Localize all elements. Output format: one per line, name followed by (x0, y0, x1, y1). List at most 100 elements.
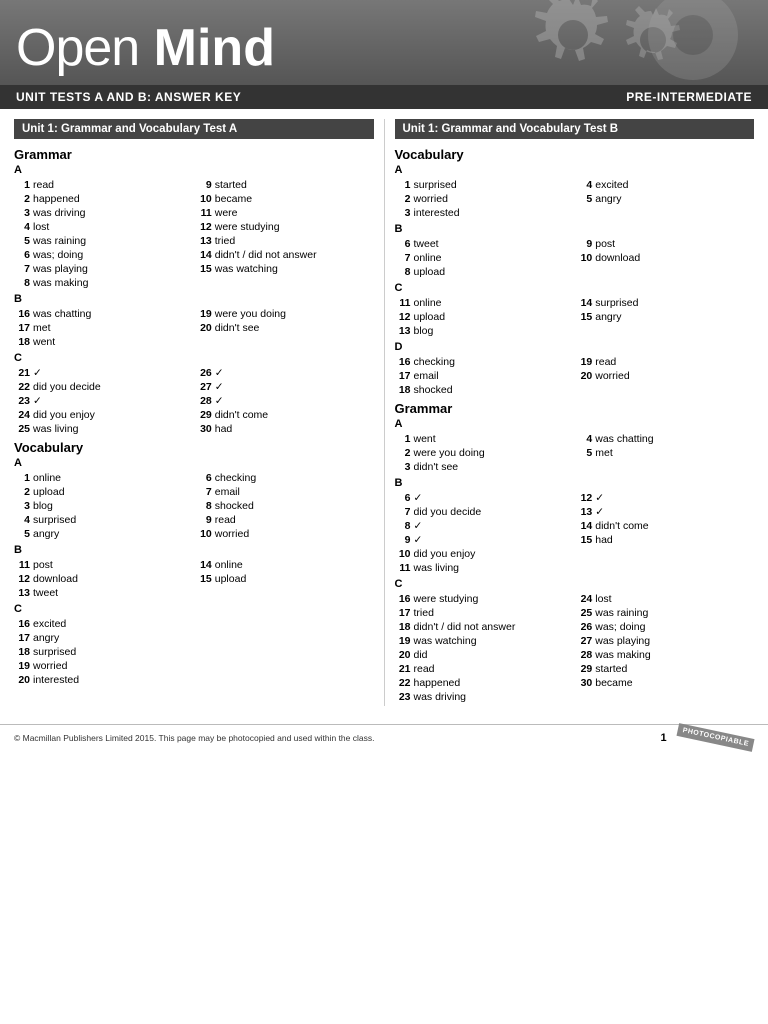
answer-val: read (215, 514, 236, 526)
answer-num: 24 (14, 409, 30, 421)
answer-num: 13 (196, 235, 212, 247)
answer-item (196, 631, 374, 645)
answer-num: 1 (395, 179, 411, 191)
answer-val: worried (215, 528, 249, 540)
answer-item: 24did you enjoy (14, 408, 192, 422)
answer-item (576, 324, 754, 338)
vocab-c-grid: 16excited17angry18surprised19worried20in… (14, 617, 374, 687)
answer-val: shocked (414, 384, 453, 396)
answer-val: was making (33, 277, 88, 289)
answer-num: 30 (196, 423, 212, 435)
answer-item: 6tweet (395, 237, 573, 251)
answer-item: 12download (14, 572, 192, 586)
answer-num: 15 (196, 263, 212, 275)
answer-val: was chatting (33, 308, 91, 320)
answer-item: 11was living (395, 561, 573, 575)
answer-num: 16 (14, 618, 30, 630)
answer-val: was raining (595, 607, 648, 619)
answer-num: 22 (14, 381, 30, 393)
answer-item: 15was watching (196, 262, 374, 276)
answer-item: 19were you doing (196, 307, 374, 321)
answer-item: 5angry (14, 527, 192, 541)
answer-val: ✓ (595, 506, 604, 518)
answer-num: 1 (14, 472, 30, 484)
answer-item: 16checking (395, 355, 573, 369)
answer-item: 2upload (14, 485, 192, 499)
answer-item: 1online (14, 471, 192, 485)
answer-val: ✓ (215, 381, 224, 393)
answer-val: did you decide (414, 506, 482, 518)
answer-val: went (414, 433, 436, 445)
answer-val: worried (595, 370, 629, 382)
answer-item: 13tried (196, 234, 374, 248)
answer-item: 30had (196, 422, 374, 436)
page-number: 1 (660, 732, 666, 744)
answer-num: 27 (576, 635, 592, 647)
answer-val: was making (595, 649, 650, 661)
answer-val: were you doing (414, 447, 485, 459)
answer-item: 27✓ (196, 380, 374, 394)
answer-val: surprised (595, 297, 638, 309)
answer-val: were you doing (215, 308, 286, 320)
answer-num: 17 (395, 607, 411, 619)
answer-val: ✓ (215, 367, 224, 379)
answer-val: met (595, 447, 613, 459)
logo-open: Open (16, 22, 139, 74)
answer-val: was watching (414, 635, 477, 647)
answer-item: 9read (196, 513, 374, 527)
answer-item: 5met (576, 446, 754, 460)
answer-val: was driving (33, 207, 86, 219)
answer-item: 23✓ (14, 394, 192, 408)
answer-val: didn't come (595, 520, 648, 532)
answer-item: 2worried (395, 192, 573, 206)
answer-item: 8shocked (196, 499, 374, 513)
answer-item: 14surprised (576, 296, 754, 310)
answer-item: 30became (576, 676, 754, 690)
answer-num: 7 (395, 506, 411, 518)
answer-item: 25was living (14, 422, 192, 436)
answer-val: was; doing (595, 621, 645, 633)
answer-num: 7 (395, 252, 411, 264)
answer-item: 1went (395, 432, 573, 446)
answer-val: did you enjoy (414, 548, 476, 560)
right-unit-title: Unit 1: Grammar and Vocabulary Test B (395, 119, 755, 139)
answer-val: checking (215, 472, 256, 484)
answer-num: 19 (576, 356, 592, 368)
answer-val: post (33, 559, 53, 571)
answer-item: 11post (14, 558, 192, 572)
answer-num: 21 (14, 367, 30, 379)
answer-num: 29 (196, 409, 212, 421)
answer-num: 3 (14, 207, 30, 219)
answer-val: read (33, 179, 54, 191)
answer-num: 2 (395, 193, 411, 205)
answer-val: did (414, 649, 428, 661)
answer-val: worried (33, 660, 67, 672)
answer-item: 20did (395, 648, 573, 662)
right-vocab-a-label: A (395, 164, 755, 176)
answer-item: 15upload (196, 572, 374, 586)
answer-item: 19read (576, 355, 754, 369)
answer-num: 13 (576, 506, 592, 518)
answer-item: 16was chatting (14, 307, 192, 321)
answer-item: 17tried (395, 606, 573, 620)
answer-val: interested (414, 207, 460, 219)
answer-num: 12 (576, 492, 592, 504)
answer-num: 15 (576, 311, 592, 323)
main-content: Unit 1: Grammar and Vocabulary Test A Gr… (0, 109, 768, 716)
answer-num: 10 (395, 548, 411, 560)
right-vocabulary-subsection: Vocabulary A 1surprised4excited2worried5… (395, 147, 755, 397)
answer-item: 17met (14, 321, 192, 335)
answer-val: were (215, 207, 238, 219)
answer-num: 8 (14, 277, 30, 289)
header: Open Mind (0, 0, 768, 85)
left-unit-title: Unit 1: Grammar and Vocabulary Test A (14, 119, 374, 139)
answer-val: read (414, 663, 435, 675)
answer-num: 17 (14, 322, 30, 334)
answer-val: surprised (33, 514, 76, 526)
answer-num: 10 (196, 193, 212, 205)
answer-item: 5was raining (14, 234, 192, 248)
answer-num: 19 (196, 308, 212, 320)
answer-val: were studying (414, 593, 479, 605)
answer-num: 21 (395, 663, 411, 675)
answer-item: 7was playing (14, 262, 192, 276)
